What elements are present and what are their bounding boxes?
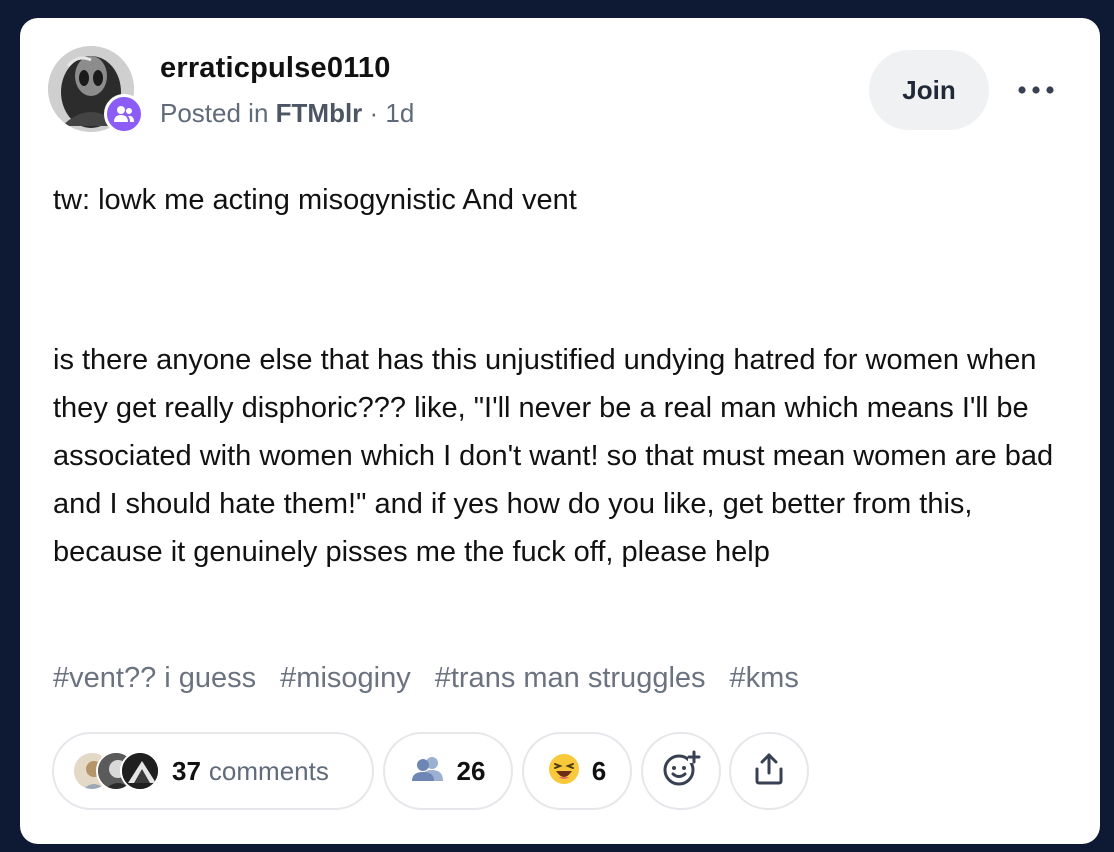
tag-link[interactable]: #kms	[730, 662, 799, 695]
comments-label: comments	[208, 755, 329, 786]
tag-link[interactable]: #misoginy	[280, 662, 411, 695]
post-age: 1d	[385, 98, 415, 128]
commenter-avatars	[72, 749, 162, 793]
community-count: 26	[456, 755, 486, 786]
community-count-button[interactable]: 26	[383, 732, 513, 810]
add-reaction-icon	[661, 749, 701, 794]
post-card: erraticpulse0110 Posted in FTMblr · 1d J…	[20, 18, 1100, 844]
posted-in-label: Posted in	[160, 98, 269, 128]
tag-link[interactable]: #vent?? i guess	[53, 662, 256, 695]
laughing-emoji-icon	[548, 753, 580, 790]
people-icon	[411, 756, 445, 787]
reaction-count: 6	[591, 755, 607, 786]
community-link[interactable]: FTMblr	[276, 98, 363, 128]
post-meta: Posted in FTMblr · 1d	[160, 98, 414, 129]
more-options-icon[interactable]	[1014, 70, 1058, 110]
author-username[interactable]: erraticpulse0110	[160, 52, 391, 85]
reaction-button[interactable]: 6	[522, 732, 632, 810]
tag-link[interactable]: #trans man struggles	[435, 662, 706, 695]
comments-button[interactable]: 37 comments	[52, 732, 374, 810]
post-title: tw: lowk me acting misogynistic And vent	[53, 184, 577, 216]
comments-count: 37	[172, 755, 201, 786]
commenter-avatar	[120, 751, 160, 791]
share-icon	[752, 751, 786, 792]
join-button[interactable]: Join	[869, 50, 989, 130]
add-reaction-button[interactable]	[641, 732, 721, 810]
community-people-icon	[104, 94, 144, 134]
meta-separator: ·	[362, 98, 386, 128]
tag-list: #vent?? i guess #misoginy #trans man str…	[53, 662, 799, 695]
author-avatar-group[interactable]	[48, 46, 144, 134]
post-body: is there anyone else that has this unjus…	[53, 344, 1054, 568]
share-button[interactable]	[729, 732, 809, 810]
